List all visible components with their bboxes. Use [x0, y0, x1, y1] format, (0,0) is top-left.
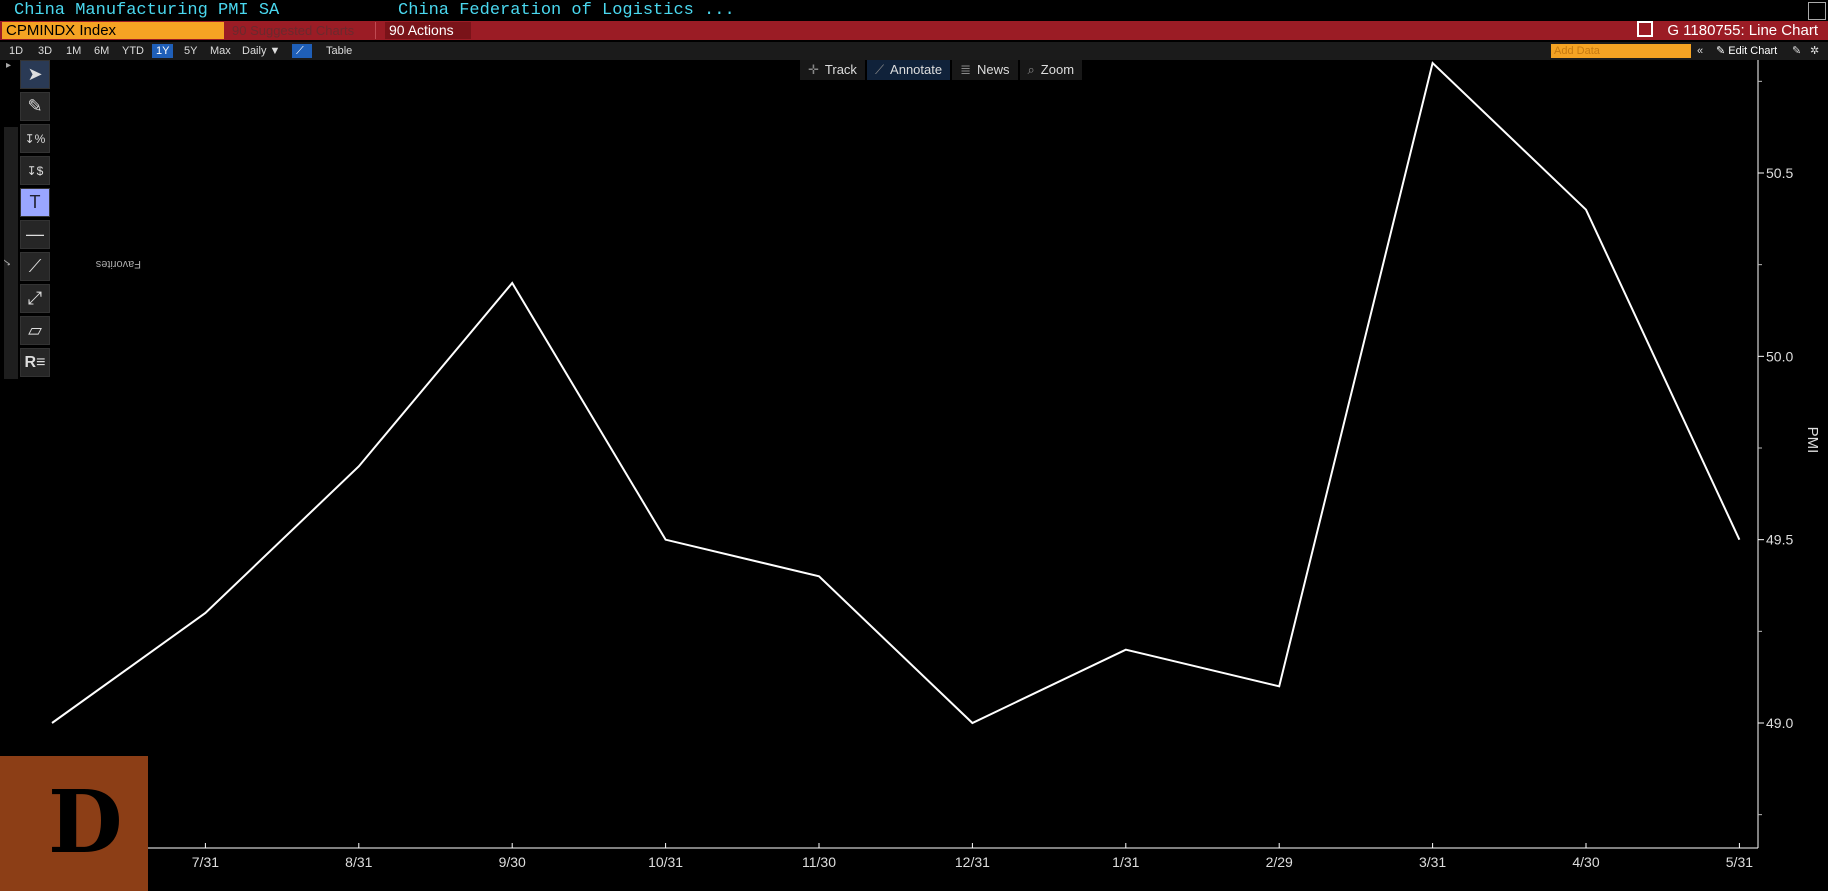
x-tick-label: 9/30 — [499, 854, 526, 870]
y-ticks: 49.0 49.5 50.0 50.5 — [1758, 80, 1793, 816]
x-tick-label: 7/31 — [192, 854, 219, 870]
title-bar: China Manufacturing PMI SA China Federat… — [0, 0, 1828, 22]
y-tick-label: 49.0 — [1766, 715, 1793, 731]
edit-chart-label: Edit Chart — [1728, 45, 1778, 57]
line-chart-icon[interactable]: ⟋ — [292, 44, 312, 58]
pencil-icon: ✎ — [1716, 45, 1726, 57]
actions-button[interactable]: 90 Actions — [385, 22, 471, 39]
x-tick-label: 2/29 — [1266, 854, 1293, 870]
x-tick-label: 10/31 — [648, 854, 683, 870]
popout-icon[interactable] — [1808, 2, 1826, 20]
period-1y[interactable]: 1Y — [152, 44, 174, 58]
watermark-letter: D — [48, 772, 123, 873]
period-3d[interactable]: 3D — [34, 44, 56, 58]
source-name[interactable]: China Federation of Logistics ... — [398, 1, 735, 20]
watermark-logo: D — [0, 756, 148, 891]
x-tick-label: 1/31 — [1112, 854, 1139, 870]
y-tick-label: 50.5 — [1766, 165, 1793, 181]
period-1d[interactable]: 1D — [5, 44, 27, 58]
external-link-icon[interactable] — [1637, 21, 1654, 37]
period-5y[interactable]: 5Y — [180, 44, 201, 58]
security-name[interactable]: China Manufacturing PMI SA — [14, 1, 279, 20]
period-1m[interactable]: 1M — [62, 44, 85, 58]
chart-id-label[interactable]: G 1180755: Line Chart — [1637, 21, 1818, 40]
collapse-icon[interactable]: « — [1697, 44, 1703, 58]
series-group — [51, 61, 1741, 725]
x-tick-label: 11/30 — [802, 854, 836, 870]
edit-chart-button[interactable]: ✎ Edit Chart — [1716, 44, 1777, 58]
frequency-label: Daily — [242, 45, 267, 57]
period-ytd[interactable]: YTD — [118, 44, 148, 58]
suggested-charts-button[interactable]: 90 Suggested Charts — [228, 22, 376, 39]
x-tick-label: 3/31 — [1419, 854, 1446, 870]
command-bar: CPMINDX Index 90 Suggested Charts 90 Act… — [0, 21, 1828, 40]
x-tick-label: 8/31 — [345, 854, 372, 870]
chart-id-text: G 1180755: Line Chart — [1667, 22, 1818, 39]
period-max[interactable]: Max — [206, 44, 235, 58]
period-6m[interactable]: 6M — [90, 44, 113, 58]
line-chart[interactable]: 7/31 8/31 9/30 10/31 11/30 12/31 1/31 2/29 3/31 4… — [0, 60, 1828, 891]
x-tick-label: 12/31 — [955, 854, 990, 870]
y-tick-label: 50.0 — [1766, 348, 1793, 364]
add-data-input[interactable]: Add Data — [1551, 44, 1691, 58]
x-tick-label: 5/31 — [1726, 854, 1753, 870]
series-line[interactable] — [51, 61, 1741, 725]
edit-icon[interactable]: ✎ — [1792, 44, 1801, 58]
x-ticks: 7/31 8/31 9/30 10/31 11/30 12/31 1/31 2/29 3/31 4… — [192, 843, 1753, 870]
y-tick-label: 49.5 — [1766, 532, 1793, 548]
frequency-dropdown[interactable]: Daily ▼ — [238, 44, 284, 58]
x-tick-label: 4/30 — [1572, 854, 1599, 870]
ticker-field[interactable]: CPMINDX Index — [2, 22, 224, 39]
table-button[interactable]: Table — [322, 44, 356, 58]
period-toolbar: 1D 3D 1M 6M YTD 1Y 5Y Max Daily ▼ ⟋ Tabl… — [0, 42, 1828, 60]
y-axis-label: PMI — [1804, 427, 1821, 454]
gear-icon[interactable]: ✲ — [1810, 44, 1819, 58]
